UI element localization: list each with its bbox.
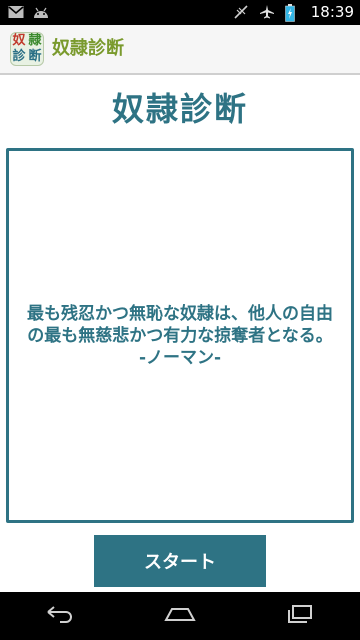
- quote-text: 最も残忍かつ無恥な奴隷は、他人の自由の最も無慈悲かつ有力な掠奪者となる。: [27, 303, 333, 346]
- action-bar: 奴 隷 診 断 奴隷診断: [0, 25, 360, 75]
- home-icon: [163, 606, 197, 626]
- quote-author: -ノーマン-: [138, 347, 222, 368]
- recents-icon: [285, 604, 315, 628]
- app-icon[interactable]: 奴 隷 診 断: [10, 32, 44, 66]
- navigation-bar: [0, 592, 360, 640]
- back-icon: [44, 605, 76, 627]
- back-button[interactable]: [30, 592, 90, 640]
- app-icon-char: 奴: [12, 33, 26, 48]
- app-icon-char: 隷: [28, 33, 42, 48]
- app-icon-char: 診: [12, 49, 26, 64]
- start-button[interactable]: スタート: [94, 535, 266, 587]
- app-title: 奴隷診断: [52, 38, 124, 59]
- page-title: 奴隷診断: [111, 90, 248, 128]
- status-bar: 18:39: [0, 0, 360, 25]
- battery-charging-icon: [285, 4, 301, 22]
- home-button[interactable]: [150, 592, 210, 640]
- signal-off-icon: [233, 4, 249, 20]
- app-icon-char: 断: [28, 49, 42, 64]
- gmail-icon: [8, 4, 24, 20]
- quote-card: 最も残忍かつ無恥な奴隷は、他人の自由の最も無慈悲かつ有力な掠奪者となる。 -ノー…: [6, 148, 354, 523]
- recents-button[interactable]: [270, 592, 330, 640]
- android-icon: [32, 4, 48, 20]
- airplane-icon: [259, 4, 275, 20]
- status-time: 18:39: [310, 3, 354, 21]
